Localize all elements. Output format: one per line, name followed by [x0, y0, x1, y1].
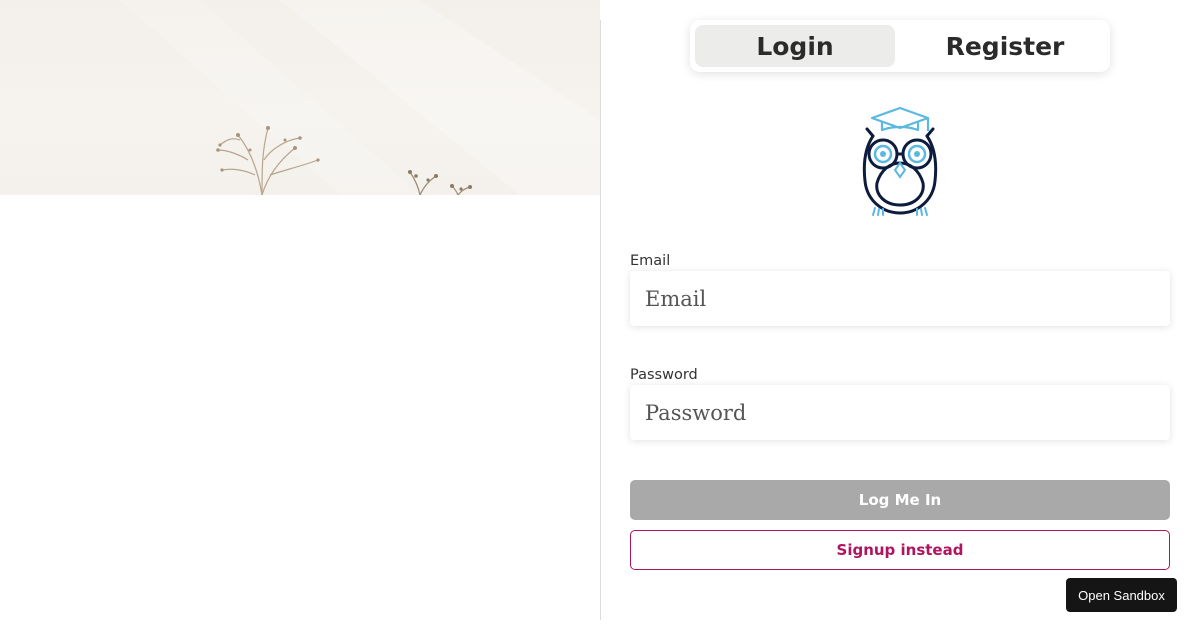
- signup-button[interactable]: Signup instead: [630, 530, 1170, 570]
- login-button[interactable]: Log Me In: [630, 480, 1170, 520]
- dried-flowers-illustration: [120, 0, 600, 195]
- auth-tabs: Login Register: [690, 20, 1110, 72]
- password-label: Password: [630, 367, 698, 383]
- panel-divider: [600, 20, 601, 620]
- tab-login[interactable]: Login: [695, 25, 895, 67]
- login-page: Login Register Email Email Password Log …: [0, 0, 1200, 630]
- password-input[interactable]: [630, 385, 1170, 440]
- tab-register[interactable]: Register: [905, 25, 1105, 67]
- hero-image: [0, 0, 600, 195]
- email-label: Email: [630, 253, 671, 269]
- owl-graduate-icon: [855, 103, 945, 218]
- password-field-wrapper: [630, 385, 1170, 440]
- email-input[interactable]: [630, 271, 1170, 326]
- email-field-wrapper: [630, 271, 1170, 326]
- open-sandbox-button[interactable]: Open Sandbox: [1066, 578, 1177, 612]
